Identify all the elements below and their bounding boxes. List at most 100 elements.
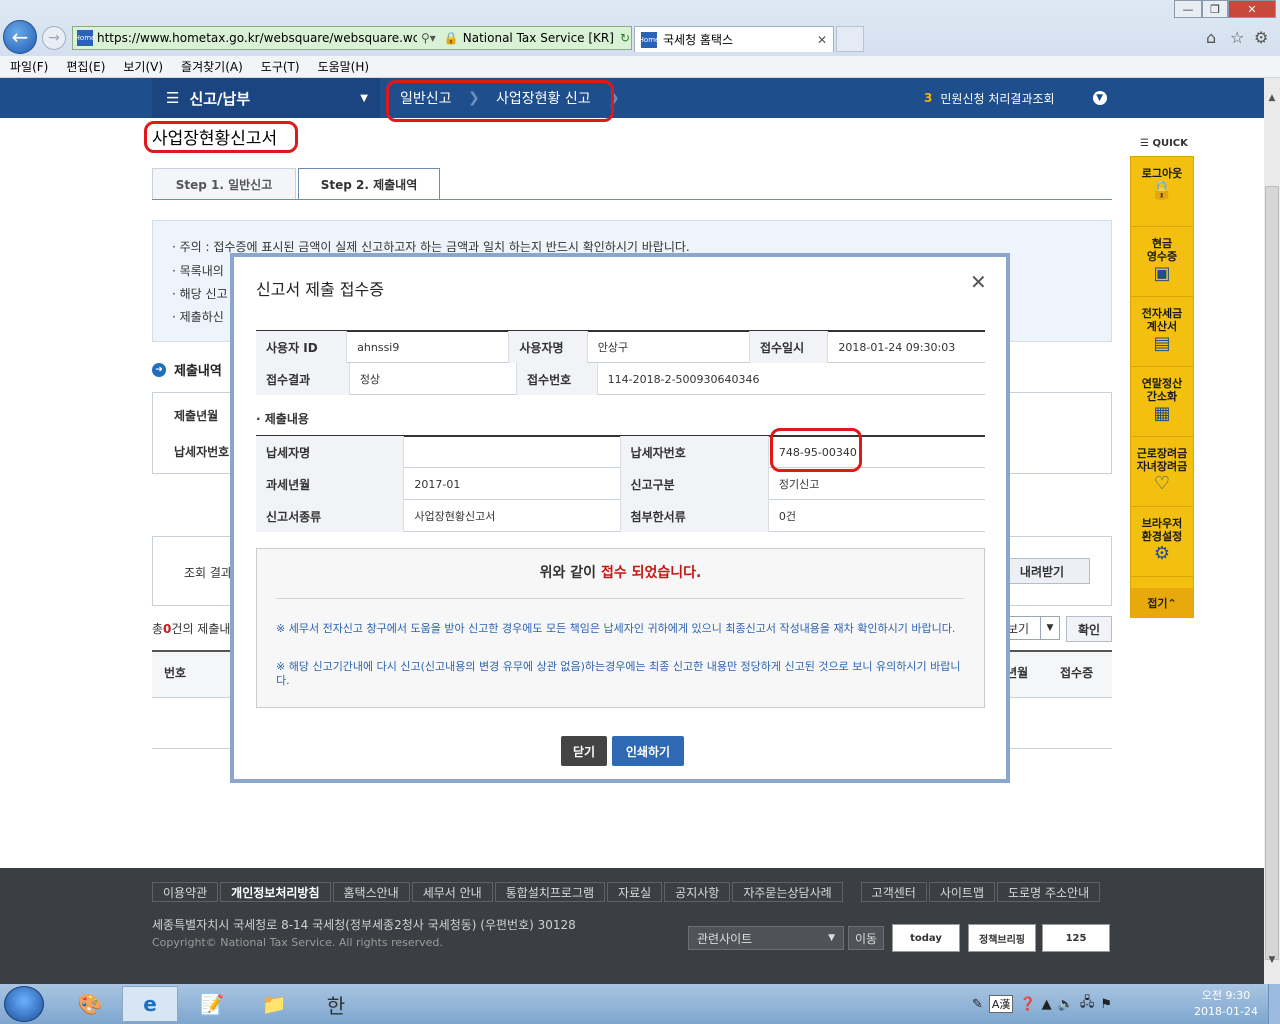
address-bar[interactable]: Home https://www.hometax.go.kr/websquare… (72, 26, 632, 50)
url-text[interactable]: https://www.hometax.go.kr/websquare/webs… (97, 31, 417, 45)
tab-step2[interactable]: Step 2. 제출내역 (298, 168, 440, 200)
chevron-down-icon[interactable]: ▼ (1092, 91, 1107, 105)
star-icon[interactable]: ☆ (1230, 28, 1244, 47)
menu-help[interactable]: 도움말(H) (318, 58, 370, 75)
arrow-circle-icon: ➜ (152, 362, 166, 377)
civil-result-number: 3 (924, 91, 933, 105)
paint-icon[interactable]: 🎨 (62, 986, 118, 1022)
search-icon[interactable]: ⚲▾ (421, 31, 436, 45)
footer-link[interactable]: 홈택스안내 (332, 882, 410, 902)
menu-edit[interactable]: 편집(E) (66, 58, 105, 75)
notice-line: · 해당 신고 (172, 287, 228, 301)
notice-line: · 목록내의 (172, 264, 224, 278)
receipt-message: 위와 같이 접수 되었습니다. (539, 565, 702, 581)
internet-explorer-icon[interactable]: e (122, 986, 178, 1022)
home-icon[interactable]: ⌂ (1206, 28, 1216, 47)
table-row: 접수결과 정상 접수번호 114-2018-2-500930640346 (256, 363, 985, 395)
notepad-icon[interactable]: 📝 (184, 986, 240, 1022)
gear-icon[interactable]: ⚙ (1254, 28, 1268, 47)
footer-link[interactable]: 자료실 (607, 882, 663, 902)
label-taxpayer-no: 납세자번호 (174, 445, 230, 459)
highlight-taxpayer-no (770, 428, 862, 472)
hangul-icon[interactable]: 한 (308, 986, 364, 1022)
tray-expand-icon[interactable]: ▲ (1042, 997, 1052, 1012)
invoice-icon: ▤ (1153, 333, 1171, 354)
quick-year-end[interactable]: 연말정산 간소화 ▦ (1131, 367, 1193, 437)
footer-link[interactable]: 통합설치프로그램 (494, 882, 606, 902)
receipt-time-label: 접수일시 (749, 331, 829, 363)
footer-link[interactable]: 고객센터 (860, 882, 927, 902)
footer-link[interactable]: 사이트맵 (928, 882, 996, 902)
network-icon[interactable]: 🖧 (1080, 993, 1095, 1015)
menu-view[interactable]: 보기(V) (123, 58, 163, 75)
clock[interactable]: 오전 9:30 2018-01-24 (1188, 988, 1264, 1020)
folder-icon[interactable]: 📁 (246, 986, 302, 1022)
footer-link[interactable]: 세무서 안내 (411, 882, 493, 902)
browser-tab[interactable]: Home 국세청 홈택스 ✕ (634, 26, 834, 52)
category-menu[interactable]: ☰ 신고/납부 ▼ (152, 78, 380, 118)
footer-link[interactable]: 도로명 주소안내 (997, 882, 1101, 902)
help-icon[interactable]: ❓ (1019, 997, 1035, 1012)
quick-fold-button[interactable]: 접기 ⌃ (1131, 588, 1193, 618)
tab-title: 국세청 홈택스 (663, 33, 734, 47)
taxpayer-name-value (404, 436, 621, 468)
report-type-label: 신고구분 (620, 468, 769, 500)
footer-link[interactable]: 이용약관 (152, 882, 219, 902)
gear-icon: ⚙ (1153, 543, 1171, 564)
tab-step1[interactable]: Step 1. 일반신고 (152, 168, 296, 200)
table-row: 과세년월 2017-01 신고구분 정기신고 (256, 468, 985, 500)
menu-tools[interactable]: 도구(T) (261, 58, 300, 75)
footer-address: 세종특별자치시 국세청로 8-14 국세청(정부세종2청사 국세청동) (우편번… (152, 918, 576, 932)
close-button[interactable]: 닫기 (561, 736, 607, 766)
footer-link[interactable]: 개인정보처리방침 (220, 882, 331, 902)
tab-close-icon[interactable]: ✕ (817, 33, 827, 47)
scroll-up-icon[interactable]: ▲ (1264, 90, 1280, 106)
scroll-down-icon[interactable]: ▼ (1264, 952, 1280, 968)
banner-125[interactable]: 125 (1042, 924, 1110, 952)
civil-result-label: 민원신청 처리결과조회 (940, 91, 1055, 106)
footer-link[interactable]: 공지사항 (664, 882, 731, 902)
quick-title: ☰ QUICK (1140, 138, 1188, 149)
taxpayer-no-label: 납세자번호 (620, 436, 769, 468)
show-desktop-button[interactable] (1268, 984, 1280, 1024)
ime-icon[interactable]: ✎ (972, 997, 983, 1012)
print-button[interactable]: 인쇄하기 (612, 736, 684, 766)
flag-icon[interactable]: ⚑ (1100, 997, 1112, 1012)
menu-favorites[interactable]: 즐겨찾기(A) (181, 58, 243, 75)
maximize-button[interactable]: ❐ (1202, 0, 1228, 18)
form-label: 신고서종류 (256, 500, 405, 532)
dialog-title: 신고서 제출 접수증 (256, 280, 384, 299)
attach-label: 첨부한서류 (620, 500, 769, 532)
menu-file[interactable]: 파일(F) (10, 58, 48, 75)
footer-link[interactable]: 자주묻는상담사례 (732, 882, 843, 902)
start-button[interactable] (4, 986, 44, 1022)
close-icon[interactable]: ✕ (970, 270, 987, 294)
quick-browser-settings[interactable]: 브라우저 환경설정 ⚙ (1131, 507, 1193, 577)
quick-cash-receipt[interactable]: 현금 영수증 ▣ (1131, 227, 1193, 297)
quick-logout[interactable]: 로그아웃 🔒 (1131, 157, 1193, 227)
move-button[interactable]: 이동 (848, 926, 884, 950)
banner-policy[interactable]: 정책브리핑 (968, 924, 1036, 952)
new-tab-button[interactable] (836, 26, 864, 52)
related-sites-select[interactable]: 관련사이트 ▼ (688, 926, 844, 950)
window-close-button[interactable]: ✕ (1228, 0, 1276, 18)
taxpayer-name-label: 납세자명 (256, 436, 405, 468)
volume-icon[interactable]: 🔈 (1058, 997, 1074, 1012)
quick-earned-income[interactable]: 근로장려금 자녀장려금 ♡ (1131, 437, 1193, 507)
confirm-button[interactable]: 확인 (1066, 616, 1112, 642)
footer-links: 이용약관 개인정보처리방침 홈택스안내 세무서 안내 통합설치프로그램 자료실 … (152, 882, 1102, 902)
menu-icon: ☰ (166, 89, 180, 107)
civil-result-link[interactable]: 3 민원신청 처리결과조회 ▼ (924, 78, 1107, 118)
forward-button[interactable]: → (42, 26, 66, 50)
back-button[interactable]: ← (3, 20, 37, 54)
banner-today[interactable]: today (892, 924, 960, 952)
lock-icon[interactable]: 🔒 (444, 31, 459, 45)
minimize-button[interactable]: — (1174, 0, 1202, 18)
refresh-icon[interactable]: ↻ (620, 31, 630, 45)
quick-e-invoice[interactable]: 전자세금 계산서 ▤ (1131, 297, 1193, 367)
scroll-thumb[interactable] (1265, 186, 1279, 960)
notice-line: · 제출하신 (172, 310, 224, 324)
ime-mode[interactable]: A漢 (988, 995, 1014, 1013)
certificate-label[interactable]: National Tax Service [KR] (463, 31, 614, 45)
receipt-time-value: 2018-01-24 09:30:03 (838, 340, 956, 354)
